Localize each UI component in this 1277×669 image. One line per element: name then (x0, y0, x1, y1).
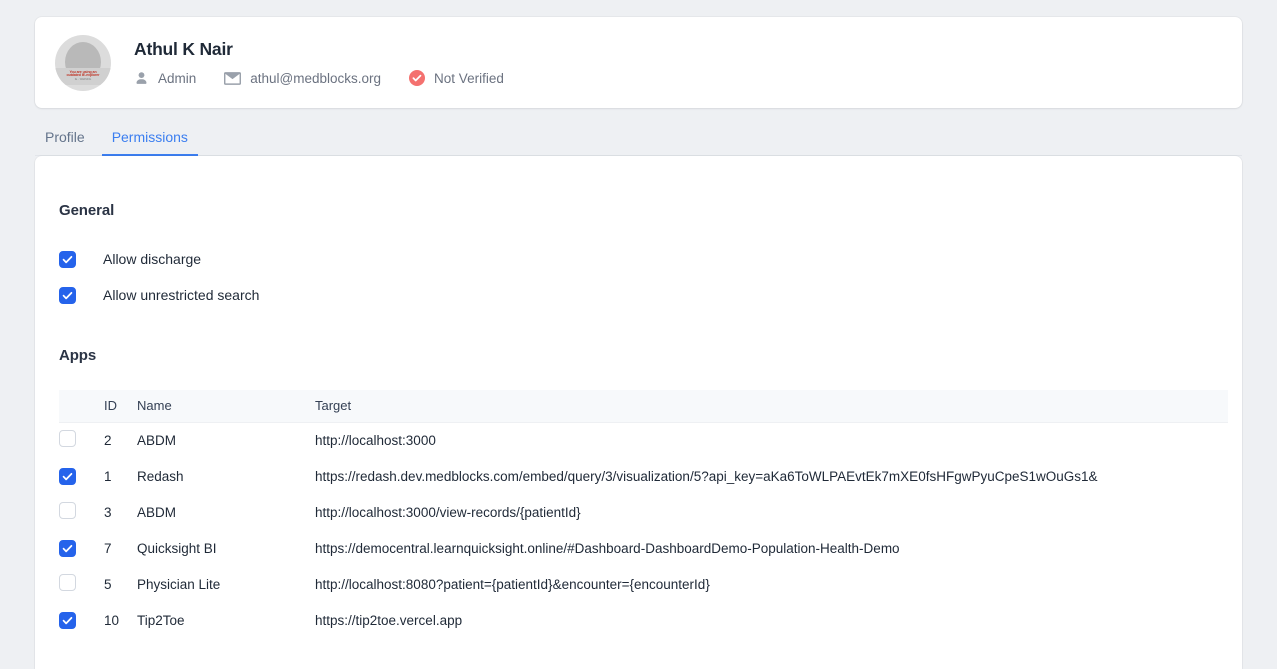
apps-table: ID Name Target 2 ABDM http://localhost:3… (59, 390, 1228, 638)
row-id: 2 (104, 432, 112, 448)
general-section-title: General (59, 202, 115, 219)
row-checkbox-cell (59, 458, 104, 494)
checkbox-app-7[interactable] (59, 539, 76, 557)
row-target: https://democentral.learnquicksight.onli… (315, 540, 900, 556)
tab-bar: Profile Permissions (35, 120, 1242, 156)
row-id: 1 (104, 468, 112, 484)
row-checkbox-cell (59, 530, 104, 566)
checkbox-app-2[interactable] (59, 430, 76, 448)
row-checkbox-cell (59, 422, 104, 458)
table-row: 1 Redash https://redash.dev.medblocks.co… (59, 458, 1228, 494)
general-option-allow-discharge: Allow discharge (59, 248, 259, 270)
table-row: 7 Quicksight BI https://democentral.lear… (59, 530, 1228, 566)
checkbox-app-10[interactable] (59, 611, 76, 629)
row-checkbox-cell (59, 494, 104, 530)
row-name: Redash (137, 468, 184, 484)
checkbox-app-3[interactable] (59, 502, 76, 519)
row-name: Tip2Toe (137, 612, 185, 628)
table-row: 10 Tip2Toe https://tip2toe.vercel.app (59, 602, 1228, 638)
avatar: You are using an outdated IE-explorer IE… (55, 34, 111, 91)
profile-email: athul@medblocks.org (224, 71, 381, 86)
label-allow-unrestricted-search: Allow unrestricted search (103, 287, 260, 303)
column-header-select (59, 390, 104, 423)
table-row: 2 ABDM http://localhost:3000 (59, 422, 1228, 458)
checkbox-app-1[interactable] (59, 467, 76, 485)
general-options-list: Allow discharge Allow unrestricted searc… (59, 248, 259, 306)
table-row: 3 ABDM http://localhost:3000/view-record… (59, 494, 1228, 530)
avatar-banner-line3: IE... WARNING (74, 77, 92, 81)
status-badge-label: Not Verified (434, 70, 504, 86)
profile-header-card: You are using an outdated IE-explorer IE… (35, 17, 1242, 108)
checkbox-app-5[interactable] (59, 574, 76, 591)
permissions-panel: General Allow discharge Allow unrestrict… (35, 156, 1242, 669)
apps-section: Apps ID Name Target 2 ABDM http://localh… (59, 347, 1242, 638)
tab-permissions[interactable]: Permissions (101, 129, 198, 156)
mail-icon (224, 71, 242, 85)
apps-table-body: 2 ABDM http://localhost:3000 1 Redash ht… (59, 422, 1228, 638)
column-header-id: ID (104, 390, 137, 423)
column-header-name: Name (137, 390, 315, 423)
profile-role-label: Admin (158, 70, 197, 86)
apps-table-head: ID Name Target (59, 390, 1228, 423)
row-target: https://redash.dev.medblocks.com/embed/q… (315, 468, 1098, 484)
row-target: http://localhost:3000 (315, 432, 436, 448)
row-id: 10 (104, 612, 120, 628)
profile-role: Admin (134, 71, 196, 86)
row-target: http://localhost:8080?patient={patientId… (315, 576, 710, 592)
row-name: ABDM (137, 504, 177, 520)
label-allow-discharge: Allow discharge (103, 251, 202, 267)
checkbox-allow-unrestricted-search[interactable] (59, 286, 76, 304)
table-row: 5 Physician Lite http://localhost:8080?p… (59, 566, 1228, 602)
row-name: ABDM (137, 432, 177, 448)
profile-email-label: athul@medblocks.org (250, 70, 382, 86)
apps-table-wrapper: ID Name Target 2 ABDM http://localhost:3… (59, 390, 1228, 638)
profile-details: Athul K Nair Admin athul@medblocks.org N… (134, 39, 504, 86)
status-badge: Not Verified (409, 70, 504, 86)
row-name: Physician Lite (137, 576, 221, 592)
apps-table-header-row: ID Name Target (59, 390, 1228, 423)
general-option-allow-unrestricted-search: Allow unrestricted search (59, 284, 259, 306)
row-target: https://tip2toe.vercel.app (315, 612, 463, 628)
avatar-warning-banner: You are using an outdated IE-explorer IE… (55, 67, 111, 85)
row-id: 5 (104, 576, 112, 592)
apps-section-title: Apps (59, 347, 97, 364)
row-checkbox-cell (59, 602, 104, 638)
user-icon (134, 71, 149, 86)
row-id: 3 (104, 504, 112, 520)
checkbox-allow-discharge[interactable] (59, 250, 76, 268)
tab-profile[interactable]: Profile (35, 129, 95, 156)
not-verified-icon (409, 70, 426, 86)
profile-meta-row: Admin athul@medblocks.org Not Verified (134, 70, 504, 86)
row-checkbox-cell (59, 566, 104, 602)
row-name: Quicksight BI (137, 540, 217, 556)
column-header-target: Target (315, 390, 1228, 423)
page-title: Athul K Nair (134, 39, 233, 59)
page-root: You are using an outdated IE-explorer IE… (0, 0, 1277, 669)
row-id: 7 (104, 540, 112, 556)
row-target: http://localhost:3000/view-records/{pati… (315, 504, 581, 520)
general-section: General Allow discharge Allow unrestrict… (59, 202, 259, 306)
